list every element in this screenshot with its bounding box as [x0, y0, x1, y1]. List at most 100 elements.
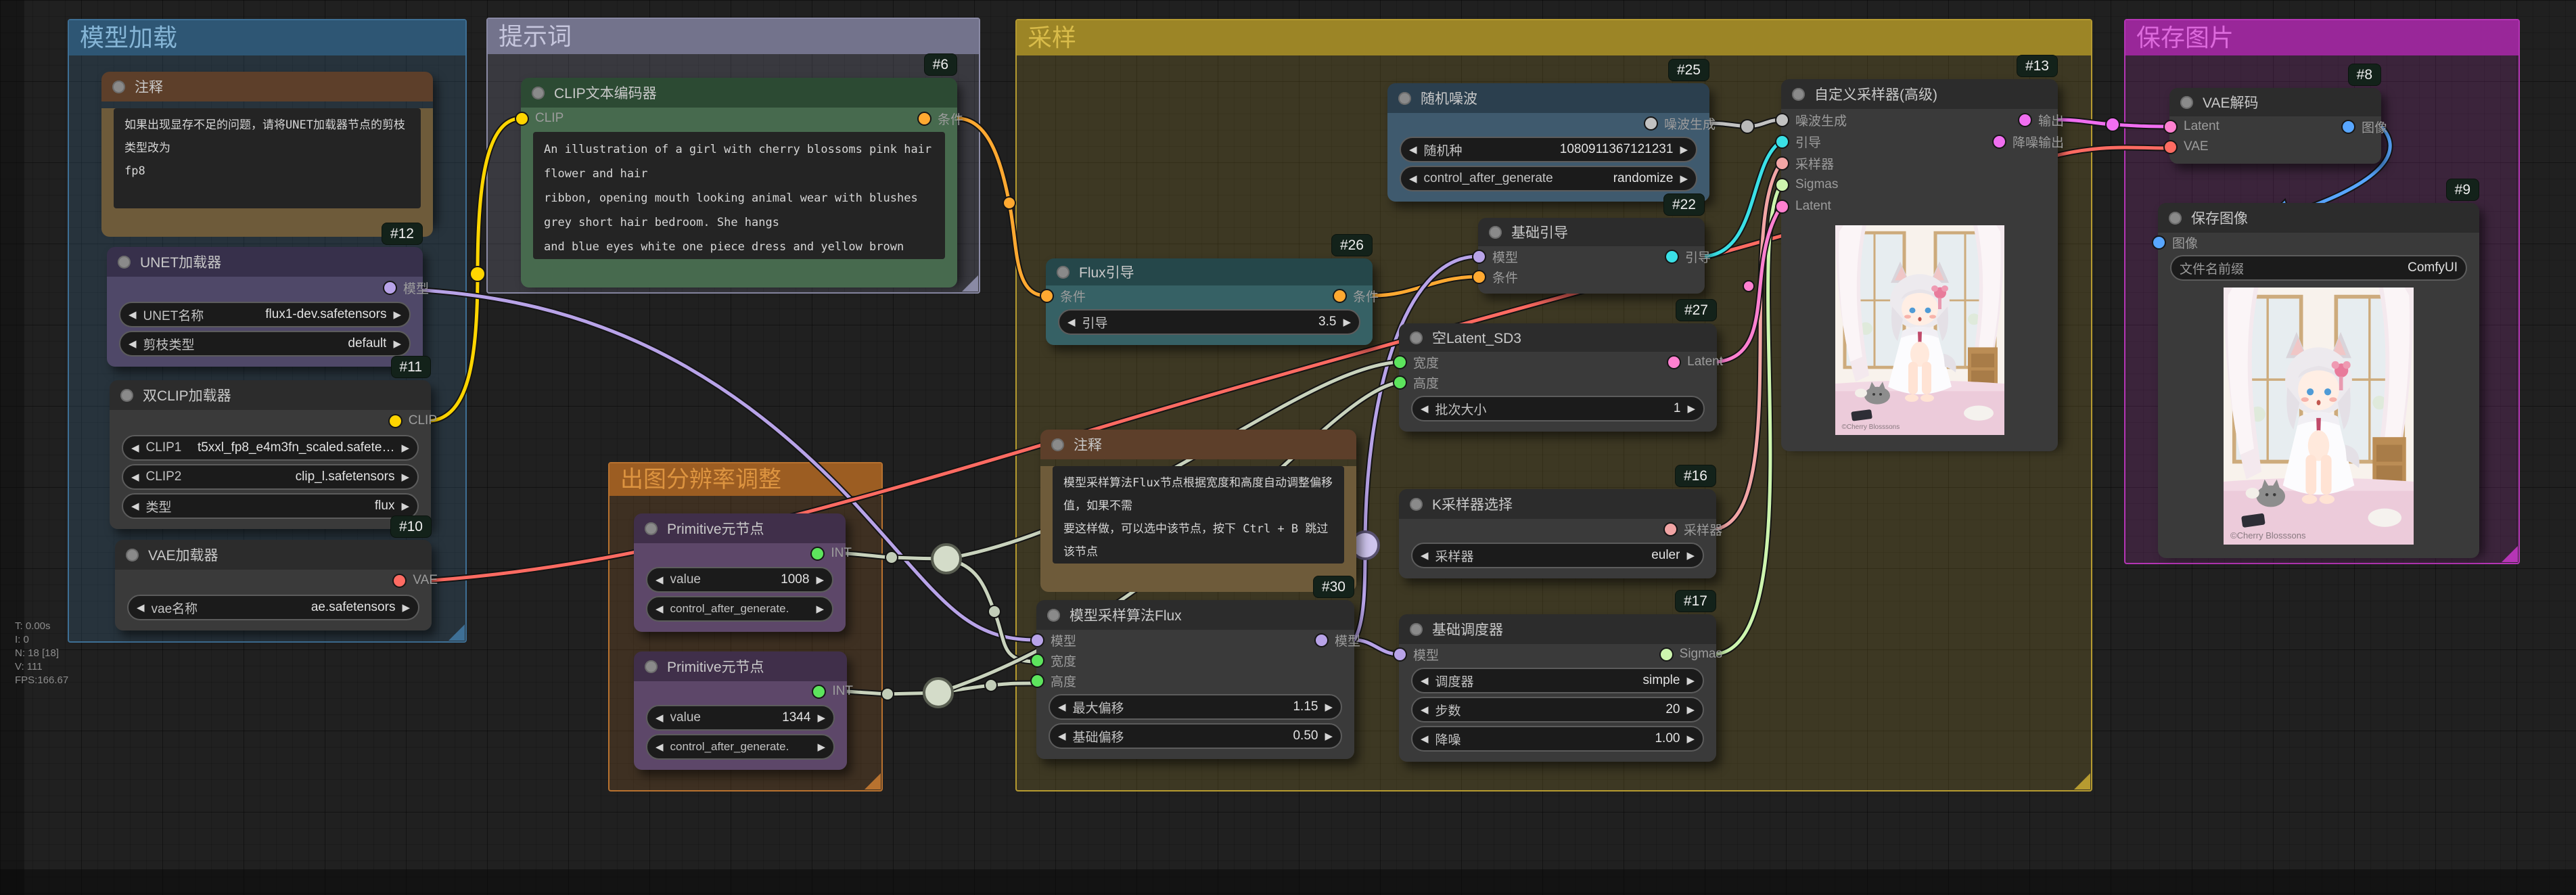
- collapse-dot-icon[interactable]: [1410, 331, 1423, 344]
- collapse-dot-icon[interactable]: [126, 549, 139, 561]
- output-image[interactable]: 图像: [2341, 116, 2387, 137]
- port-dot-height[interactable]: [1393, 375, 1407, 390]
- node-primitive-width[interactable]: Primitive元节点 INT ◀value1008▶ ◀control_af…: [634, 513, 846, 632]
- node-header[interactable]: K采样器选择: [1399, 489, 1716, 519]
- input-model[interactable]: 模型: [1472, 246, 1518, 267]
- node-header[interactable]: CLIP文本编码器: [521, 78, 957, 108]
- node-header[interactable]: UNET加载器: [107, 247, 423, 277]
- port-dot-sampler[interactable]: [1663, 522, 1678, 536]
- node-model-sampling-flux[interactable]: #30 模型采样算法Flux 模型 模型 宽度 高度 ◀最大偏移1.15▶ ◀基…: [1036, 600, 1354, 759]
- port-dot-int[interactable]: [812, 685, 826, 699]
- node-primitive-height[interactable]: Primitive元节点 INT ◀value1344▶ ◀control_af…: [634, 651, 847, 770]
- port-dot-conditioning[interactable]: [1040, 289, 1054, 303]
- reroute-node-width[interactable]: [932, 545, 961, 573]
- output-int[interactable]: INT: [810, 543, 852, 564]
- output-noise[interactable]: 噪波生成: [1644, 113, 1716, 133]
- group-title[interactable]: 模型加载: [69, 20, 465, 55]
- output-model[interactable]: 模型: [1314, 630, 1360, 650]
- widget-steps[interactable]: ◀步数20▶: [1411, 697, 1704, 722]
- stepper-right-icon[interactable]: ▶: [393, 308, 401, 321]
- note-textarea[interactable]: 模型采样算法Flux节点根据宽度和高度自动调整偏移值，如果不需 要这样做，可以选…: [1053, 466, 1344, 564]
- node-header[interactable]: 注释: [1040, 430, 1356, 459]
- output-conditioning[interactable]: 条件: [917, 108, 963, 129]
- collapse-dot-icon[interactable]: [1792, 88, 1805, 101]
- stepper-left-icon[interactable]: ◀: [129, 308, 137, 321]
- input-image[interactable]: 图像: [2152, 233, 2198, 252]
- widget-unet-name[interactable]: ◀UNET名称flux1-dev.safetensors▶: [119, 302, 411, 327]
- port-dot-noise[interactable]: [1775, 113, 1789, 127]
- port-dot-conditioning[interactable]: [1333, 289, 1347, 303]
- port-dot-height[interactable]: [1030, 674, 1044, 688]
- comfyui-node-graph-canvas[interactable]: 模型加载 提示词 采样 保存图片 出图分辨率调整: [0, 0, 2576, 895]
- output-denoised[interactable]: 降噪输出: [1992, 131, 2064, 152]
- input-model[interactable]: 模型: [1393, 644, 1439, 664]
- collapse-dot-icon[interactable]: [1410, 623, 1423, 636]
- port-dot-model[interactable]: [1314, 633, 1329, 647]
- widget-clip2[interactable]: ◀CLIP2clip_l.safetensors▶: [122, 464, 419, 490]
- widget-batch-size[interactable]: ◀批次大小1▶: [1411, 396, 1705, 421]
- group-title[interactable]: 出图分辨率调整: [610, 463, 881, 496]
- collapse-dot-icon[interactable]: [120, 389, 133, 402]
- node-header[interactable]: 模型采样算法Flux: [1036, 600, 1354, 630]
- port-dot-image[interactable]: [2341, 120, 2355, 134]
- port-dot-width[interactable]: [1030, 653, 1044, 668]
- input-conditioning[interactable]: 条件: [1040, 285, 1086, 306]
- collapse-dot-icon[interactable]: [2180, 96, 2193, 109]
- port-dot-noise[interactable]: [1644, 116, 1658, 131]
- output-int[interactable]: INT: [812, 681, 853, 702]
- group-title[interactable]: 提示词: [488, 19, 979, 54]
- port-dot-sigmas[interactable]: [1775, 178, 1789, 192]
- node-header[interactable]: 随机噪波: [1387, 83, 1709, 113]
- collapse-dot-icon[interactable]: [118, 256, 131, 269]
- node-header[interactable]: VAE加载器: [115, 540, 432, 570]
- output-sigmas[interactable]: Sigmas: [1659, 644, 1722, 664]
- stepper-left-icon[interactable]: ◀: [129, 338, 137, 350]
- collapse-dot-icon[interactable]: [1047, 609, 1060, 622]
- port-dot-denoised-output[interactable]: [1992, 135, 2006, 149]
- port-dot-model[interactable]: [383, 281, 397, 295]
- collapse-dot-icon[interactable]: [112, 81, 125, 93]
- widget-control-after-generate[interactable]: ◀control_after_generate.▶: [646, 734, 835, 760]
- widget-control-after-generate[interactable]: ◀control_after_generate.▶: [646, 596, 833, 622]
- widget-value[interactable]: ◀value1344▶: [646, 705, 835, 731]
- input-width[interactable]: 宽度: [1030, 650, 1076, 670]
- collapse-dot-icon[interactable]: [1057, 266, 1070, 279]
- node-basic-guider[interactable]: #22 基础引导 模型 引导 条件: [1478, 218, 1705, 294]
- port-dot-int[interactable]: [810, 547, 825, 561]
- port-dot-conditioning[interactable]: [917, 112, 932, 126]
- port-dot-width[interactable]: [1393, 355, 1407, 369]
- output-model[interactable]: 模型: [383, 277, 429, 298]
- widget-vae-name[interactable]: ◀vae名称ae.safetensors▶: [127, 595, 419, 620]
- widget-scheduler[interactable]: ◀调度器simple▶: [1411, 668, 1704, 693]
- port-dot-sigmas[interactable]: [1659, 647, 1674, 662]
- node-header[interactable]: 注释: [101, 72, 433, 101]
- note-textarea[interactable]: 如果出现显存不足的问题，请将UNET加载器节点的剪枝类型改为 fp8: [114, 108, 421, 208]
- port-dot-output[interactable]: [2018, 113, 2032, 127]
- node-sampler-custom-advanced[interactable]: #13 自定义采样器(高级) 噪波生成 输出 引导 降噪输出 采样器 Sigma…: [1781, 79, 2058, 444]
- port-dot-sampler[interactable]: [1775, 156, 1789, 170]
- input-latent[interactable]: Latent: [2163, 116, 2220, 137]
- node-ksampler-select[interactable]: #16 K采样器选择 采样器 ◀采样器euler▶: [1399, 489, 1716, 578]
- port-dot-latent[interactable]: [1667, 355, 1681, 369]
- collapse-dot-icon[interactable]: [1051, 438, 1064, 451]
- widget-sampler-name[interactable]: ◀采样器euler▶: [1411, 543, 1704, 568]
- collapse-dot-icon[interactable]: [645, 660, 658, 673]
- input-sigmas[interactable]: Sigmas: [1775, 174, 1838, 196]
- node-flux-guidance[interactable]: #26 Flux引导 条件 条件 ◀引导3.5▶: [1046, 258, 1373, 345]
- port-dot-vae[interactable]: [2163, 140, 2178, 154]
- output-guider[interactable]: 引导: [1665, 246, 1711, 267]
- input-conditioning[interactable]: 条件: [1472, 267, 1518, 287]
- node-empty-latent-sd3[interactable]: #27 空Latent_SD3 宽度 Latent 高度 ◀批次大小1▶: [1399, 323, 1717, 432]
- input-sampler[interactable]: 采样器: [1775, 152, 1834, 174]
- port-dot-guider[interactable]: [1665, 250, 1679, 264]
- collapse-dot-icon[interactable]: [645, 522, 658, 535]
- input-guider[interactable]: 引导: [1775, 131, 1821, 152]
- port-dot-guider[interactable]: [1775, 135, 1789, 149]
- widget-clip1[interactable]: ◀CLIP1t5xxl_fp8_e4m3fn_scaled.safete…▶: [122, 435, 419, 461]
- collapse-dot-icon[interactable]: [2169, 212, 2182, 225]
- port-dot-model[interactable]: [1030, 633, 1044, 647]
- node-vae-decode[interactable]: #8 VAE解码 Latent 图像 VAE: [2169, 88, 2381, 164]
- node-header[interactable]: 双CLIP加载器: [110, 380, 431, 410]
- output-sampler[interactable]: 采样器: [1663, 519, 1722, 539]
- widget-max-shift[interactable]: ◀最大偏移1.15▶: [1049, 694, 1342, 720]
